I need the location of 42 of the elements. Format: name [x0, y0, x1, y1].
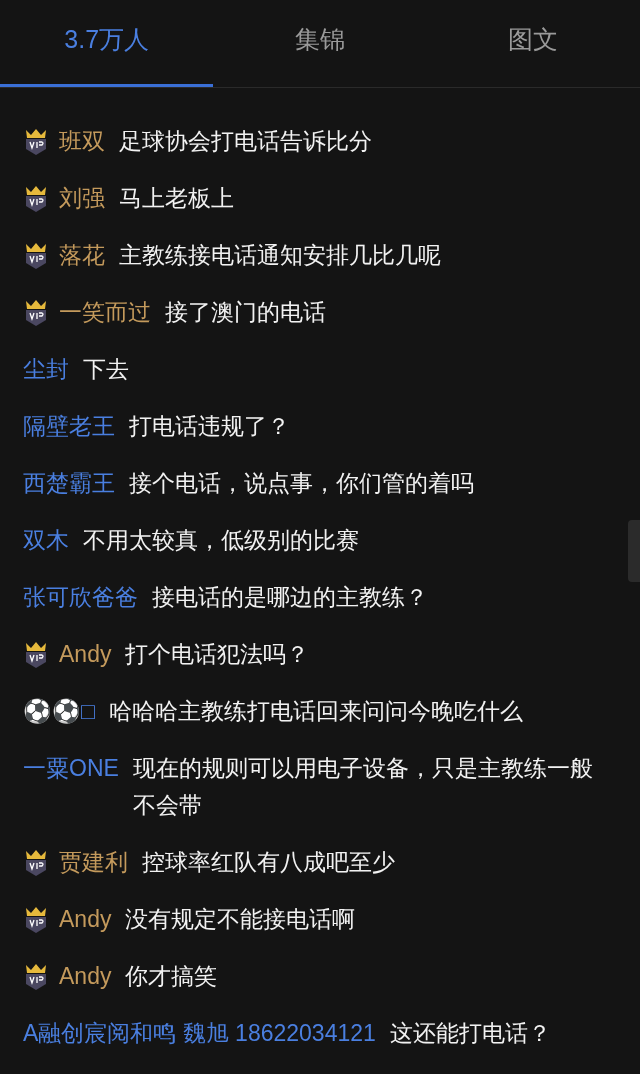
username[interactable]: 尘封: [23, 351, 69, 388]
vip-badge-icon: [23, 641, 49, 669]
vip-badge-icon: [23, 185, 49, 213]
username[interactable]: 一笑而过: [59, 294, 151, 331]
username[interactable]: 贾建利: [59, 844, 128, 881]
tab[interactable]: 集锦: [213, 0, 427, 87]
message-text: 哈哈哈主教练打电话回来问问今晚吃什么: [108, 697, 523, 726]
tab[interactable]: 3.7万人: [0, 0, 214, 87]
vip-badge-icon: [23, 128, 49, 156]
username[interactable]: 双木: [23, 522, 69, 559]
message-text: 打个电话犯法吗？: [125, 640, 310, 669]
vip-badge-icon: [23, 299, 49, 327]
vip-badge-icon: [23, 242, 49, 270]
tab[interactable]: 图文: [426, 0, 640, 87]
username[interactable]: 西楚霸王: [23, 465, 115, 502]
message-text: 不用太较真，低级别的比赛: [83, 526, 359, 555]
vip-badge-icon: [23, 906, 49, 934]
message-text: 马上老板上: [119, 184, 234, 213]
username[interactable]: 张可欣爸爸: [23, 579, 138, 616]
message-text: 没有规定不能接电话啊: [125, 905, 356, 934]
vip-badge-icon: [23, 849, 49, 877]
username[interactable]: 刘强: [59, 180, 105, 217]
username[interactable]: Andy: [59, 901, 112, 938]
username[interactable]: 落花: [59, 237, 105, 274]
username[interactable]: Andy: [59, 636, 112, 673]
message-text: 接电话的是哪边的主教练？: [152, 583, 428, 612]
message-text: 主教练接电话通知安排几比几呢: [119, 241, 441, 270]
username[interactable]: 隔壁老王: [23, 408, 115, 445]
username[interactable]: 一粟ONE: [23, 750, 119, 787]
message-text: 接个电话，说点事，你们管的着吗: [129, 469, 474, 498]
username[interactable]: 班双: [59, 123, 105, 160]
vip-badge-icon: [23, 963, 49, 991]
username[interactable]: Andy: [59, 958, 112, 995]
username[interactable]: A融创宸阅和鸣 魏旭 18622034121: [23, 1015, 376, 1052]
message-text: 足球协会打电话告诉比分: [119, 127, 372, 156]
message-text: 打电话违规了？: [129, 412, 290, 441]
message-text: 你才搞笑: [125, 962, 218, 991]
message-text: 这还能打电话？: [389, 1019, 551, 1048]
message-text: 控球率红队有八成吧至少: [142, 848, 395, 877]
message-text: 接了澳门的电话: [165, 298, 326, 327]
message-text: 现在的规则可以用电子设备，只是主教练一般不会带: [132, 754, 594, 820]
message-text: 下去: [83, 355, 129, 384]
